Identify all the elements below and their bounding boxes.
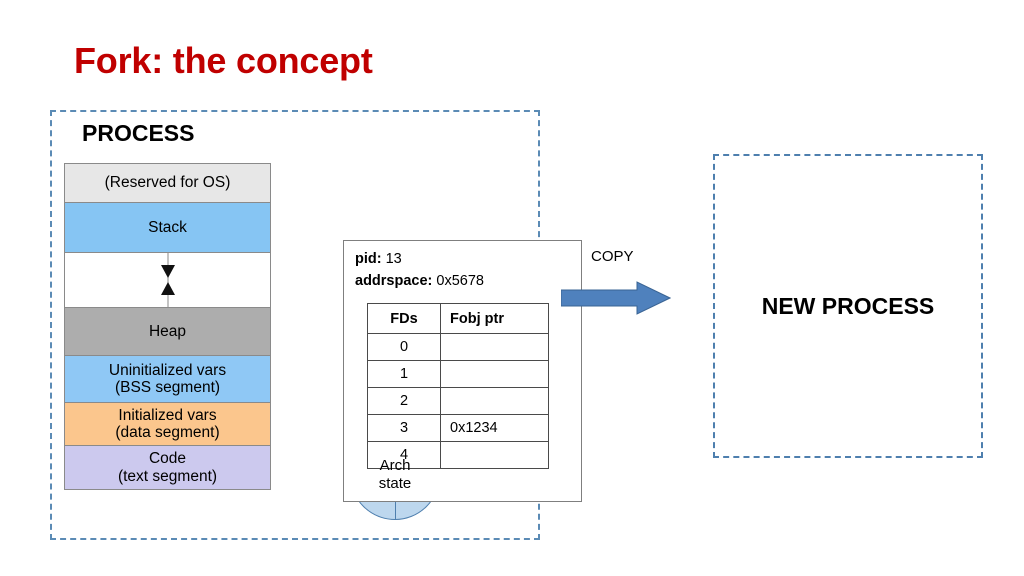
new-process-panel: NEW PROCESS — [713, 154, 983, 458]
memory-segment-bss: Uninitialized vars (BSS segment) — [65, 356, 270, 403]
memory-segment-free-gap — [65, 253, 270, 308]
copy-arrow-shape — [561, 281, 671, 315]
slide-canvas: Fork: the concept PROCESS (Reserved for … — [0, 0, 1024, 576]
copy-transition-label: COPY — [591, 248, 634, 265]
column-header-fds: FDs — [367, 303, 441, 334]
memory-segment-code-label-line1: Code — [148, 450, 187, 468]
column-header-fobj-ptr: Fobj ptr — [440, 303, 549, 334]
fd-index-cell: 2 — [367, 387, 441, 415]
table-header-row: FDs Fobj ptr — [367, 303, 549, 334]
process-panel-heading: PROCESS — [82, 120, 195, 146]
heap-growth-up-arrow-icon — [160, 282, 175, 295]
pcb-addrspace-key: addrspace: — [355, 272, 433, 289]
arch-state-label-line2: state — [378, 475, 412, 492]
fd-index-cell: 1 — [367, 360, 441, 388]
file-descriptor-table: FDs Fobj ptr 0 1 2 3 0x1234 4 — [367, 303, 549, 469]
memory-segment-reserved: (Reserved for OS) — [65, 164, 270, 203]
pcb-pid-value: 13 — [385, 251, 402, 267]
pcb-addrspace-value: 0x5678 — [436, 272, 484, 289]
pcb-pid-key: pid: — [355, 251, 382, 267]
memory-segment-stack-label: Stack — [148, 218, 187, 236]
process-panel: PROCESS (Reserved for OS) Stack Heap Uni… — [50, 110, 582, 540]
fd-index-cell: 3 — [367, 414, 441, 442]
page-title: Fork: the concept — [74, 40, 373, 81]
memory-segment-data: Initialized vars (data segment) — [65, 403, 270, 446]
memory-segment-code-label-line2: (text segment) — [117, 467, 218, 485]
new-process-label: NEW PROCESS — [761, 292, 935, 319]
fobj-ptr-cell: 0x1234 — [440, 414, 549, 442]
memory-segment-data-label-line1: Initialized vars — [118, 406, 217, 424]
table-row: 1 — [367, 360, 549, 388]
fobj-ptr-cell — [440, 360, 549, 388]
pcb-metadata: pid: 13 addrspace: 0x5678 — [355, 249, 484, 293]
table-row: 3 0x1234 — [367, 414, 549, 442]
fobj-ptr-cell — [440, 387, 549, 415]
stack-growth-down-arrow-icon — [160, 265, 175, 278]
table-row: 0 — [367, 333, 549, 361]
table-row: 2 — [367, 387, 549, 415]
memory-segment-bss-label-line1: Uninitialized vars — [108, 361, 227, 379]
memory-segment-code: Code (text segment) — [65, 446, 270, 489]
pcb-pid-row: pid: 13 — [355, 249, 484, 271]
fd-index-cell: 0 — [367, 333, 441, 361]
copy-arrow-icon — [561, 281, 671, 315]
memory-layout-diagram: (Reserved for OS) Stack Heap Uninitializ… — [64, 163, 271, 490]
memory-segment-stack: Stack — [65, 203, 270, 253]
fobj-ptr-cell — [440, 441, 549, 469]
memory-segment-bss-label-line2: (BSS segment) — [114, 379, 221, 396]
memory-segment-heap-label: Heap — [148, 322, 187, 340]
memory-segment-data-label-line2: (data segment) — [115, 424, 220, 441]
pcb-addrspace-row: addrspace: 0x5678 — [355, 271, 484, 293]
arch-state-label-line1: Arch — [379, 457, 411, 475]
fobj-ptr-cell — [440, 333, 549, 361]
memory-segment-reserved-label: (Reserved for OS) — [104, 174, 231, 192]
growth-axis-line — [167, 253, 168, 307]
memory-segment-heap: Heap — [65, 308, 270, 356]
